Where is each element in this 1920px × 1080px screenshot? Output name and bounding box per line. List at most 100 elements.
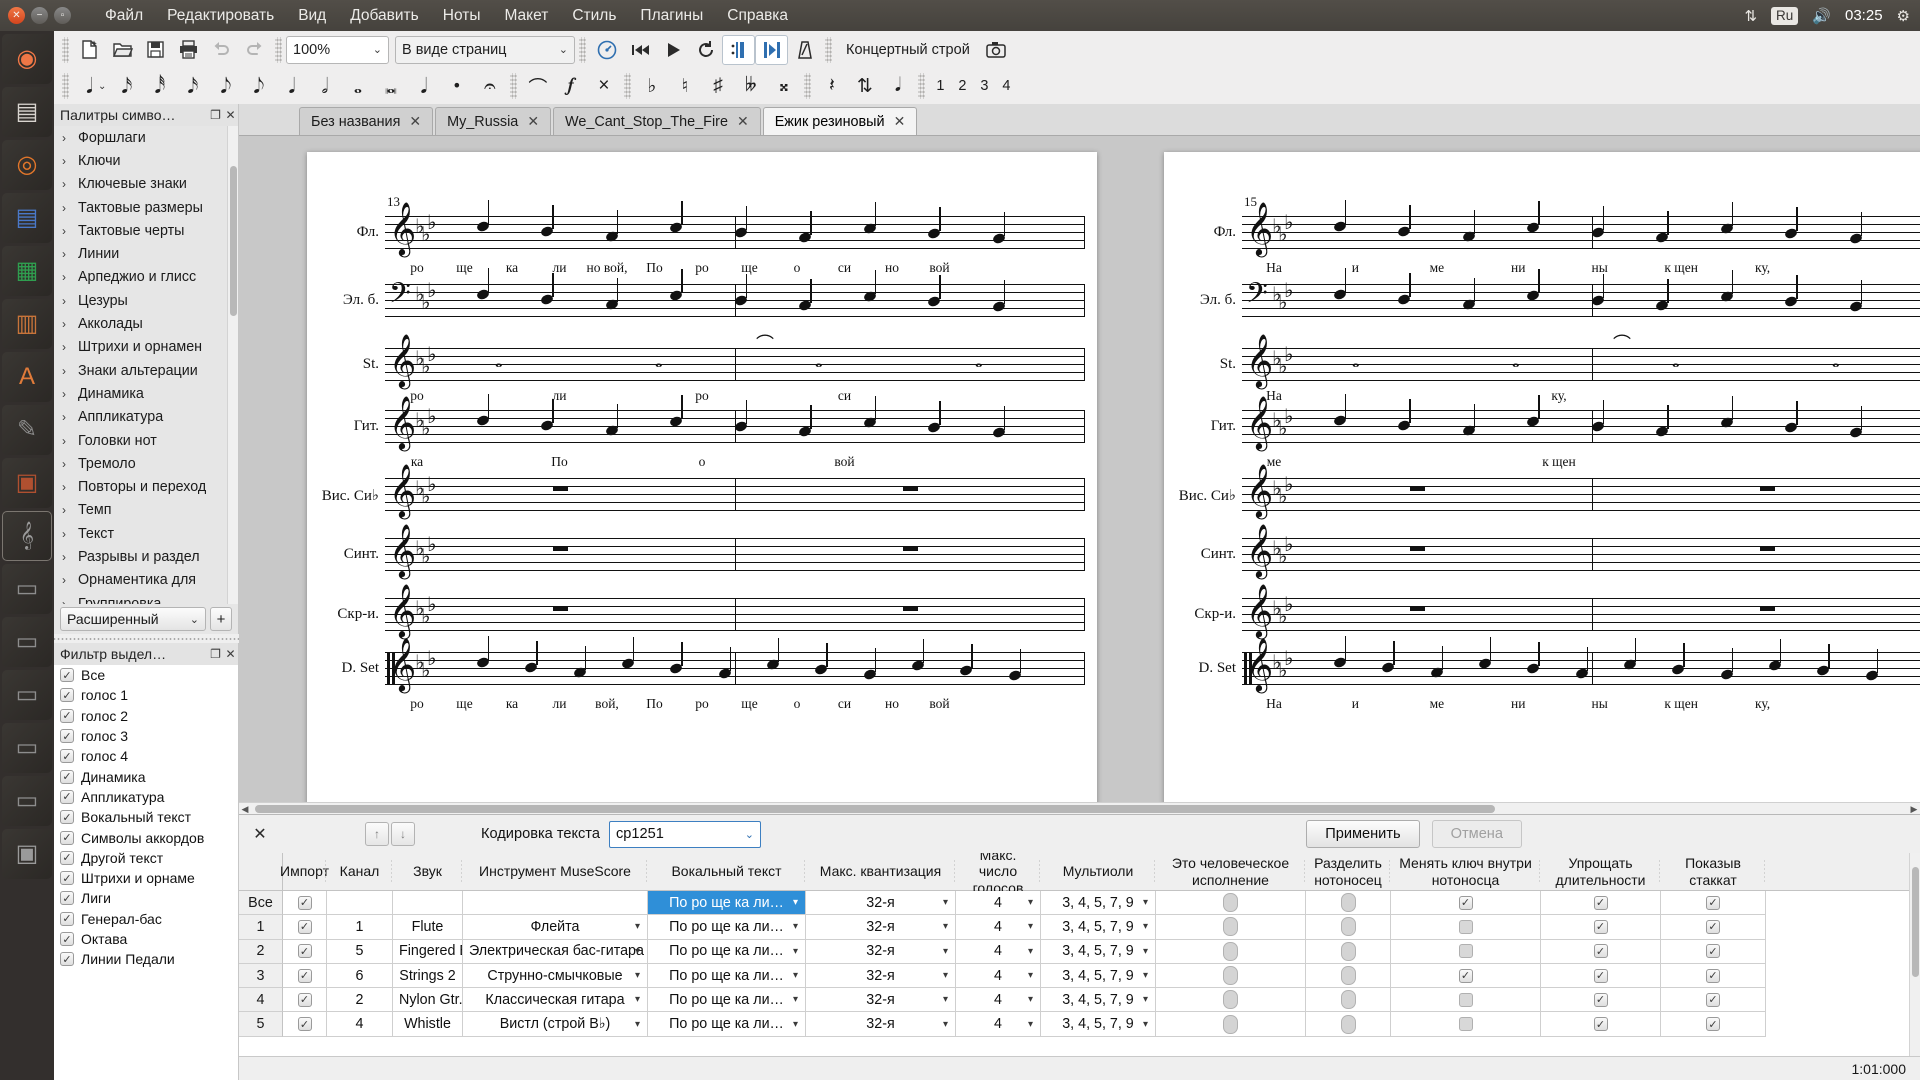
16th-note-icon[interactable]: 𝅘𝅥𝅯: [176, 71, 209, 101]
toggle-switch[interactable]: [1223, 966, 1238, 986]
palette-list[interactable]: › Форшлаги › Ключи › Ключевые знаки › Тактовые …: [54, 126, 227, 604]
column-resize-handle[interactable]: [1659, 859, 1660, 884]
simplify-durations-cell[interactable]: ✓: [1541, 963, 1661, 989]
staff-3[interactable]: 𝄞 ♭ ♭ ♭: [1242, 394, 1920, 445]
checkbox[interactable]: ✓: [1706, 968, 1720, 983]
toggle-switch[interactable]: [1340, 893, 1356, 913]
toggle-switch[interactable]: [1340, 990, 1356, 1010]
instrument-cell[interactable]: Вистл (строй B♭) ▾: [463, 1012, 648, 1037]
checkbox[interactable]: ✓: [1706, 944, 1720, 959]
toggle-switch[interactable]: [1223, 941, 1238, 961]
menu-стиль[interactable]: Стиль: [560, 4, 628, 28]
checkbox[interactable]: ✓: [1593, 1017, 1608, 1032]
checkbox[interactable]: ✓: [1593, 944, 1608, 959]
open-score-icon[interactable]: [106, 35, 139, 65]
column-header-0[interactable]: Импорт: [280, 853, 329, 890]
launcher-item-device2[interactable]: ▭: [2, 617, 52, 667]
checkbox[interactable]: ✓: [60, 769, 74, 784]
checkbox[interactable]: ✓: [1458, 895, 1473, 910]
import-cell[interactable]: ✓: [283, 915, 327, 940]
quantization-cell[interactable]: 32-я ▾: [806, 963, 956, 989]
quantization-cell[interactable]: 32-я ▾: [806, 939, 956, 964]
simplify-durations-cell[interactable]: ✓: [1541, 891, 1661, 916]
checkbox[interactable]: ✓: [1706, 895, 1720, 910]
palette-item-3[interactable]: › Тактовые размеры: [54, 196, 227, 219]
filter-item-6[interactable]: ✓ Аппликатура: [54, 787, 238, 807]
checkbox[interactable]: ✓: [1458, 919, 1473, 934]
lyrics-cell[interactable]: По ро ще ка ли… ▾: [648, 891, 806, 916]
human-performance-cell[interactable]: [1156, 915, 1306, 940]
checkbox[interactable]: ✓: [60, 789, 74, 804]
document-tab-2[interactable]: We_Cant_Stop_The_Fire ✕: [553, 107, 761, 135]
toolbar-grip[interactable]: [62, 36, 69, 63]
toggle-switch[interactable]: [1223, 990, 1238, 1010]
column-header-1[interactable]: Канал: [327, 853, 393, 890]
column-resize-handle[interactable]: [391, 859, 392, 884]
column-header-2[interactable]: Звук: [393, 853, 463, 890]
simplify-durations-cell[interactable]: ✓: [1541, 939, 1661, 964]
menu-файл[interactable]: Файл: [93, 4, 155, 28]
toolbar-grip-6[interactable]: [510, 73, 518, 99]
add-workspace-button[interactable]: +: [210, 607, 232, 631]
launcher-item-calc[interactable]: ▦: [2, 246, 52, 296]
undock-icon[interactable]: ❐: [208, 108, 223, 122]
split-staff-cell[interactable]: [1306, 939, 1391, 964]
score-page-left[interactable]: 13 Фл. 𝄞 ♭ ♭ ♭ Эл. б. 𝄢 ♭ ♭ ♭ St. 𝄞 ♭ ♭ ♭ 𝅝 𝅝 𝅝 𝅝 ⌒ Гит. 𝄞 ♭ ♭ ♭ В…: [307, 152, 1097, 802]
filter-item-9[interactable]: ✓ Другой текст: [54, 848, 238, 868]
max-voices-cell[interactable]: 4 ▾: [956, 915, 1041, 940]
menu-макет[interactable]: Макет: [492, 4, 560, 28]
checkbox[interactable]: ✓: [1458, 1017, 1473, 1032]
checkbox[interactable]: ✓: [1593, 895, 1608, 910]
close-icon[interactable]: ✕: [247, 824, 273, 844]
checkbox[interactable]: ✓: [1593, 919, 1608, 934]
show-staccato-cell[interactable]: ✓: [1661, 1012, 1766, 1037]
clef-changes-cell[interactable]: ✓: [1391, 939, 1541, 964]
sound-cell[interactable]: Fingered Bass: [393, 939, 463, 964]
column-header-4[interactable]: Вокальный текст: [648, 853, 806, 890]
lyrics-cell[interactable]: По ро ще ка ли… ▾: [648, 1012, 806, 1037]
column-header-12[interactable]: Показыв стаккат: [1661, 853, 1766, 890]
palette-item-14[interactable]: › Тремоло: [54, 452, 227, 475]
staff-1[interactable]: 𝄢 ♭ ♭ ♭: [1242, 268, 1920, 317]
instrument-cell[interactable]: Электрическая бас-гитара ▾: [463, 939, 648, 964]
filter-item-11[interactable]: ✓ Лиги: [54, 888, 238, 908]
quantization-cell[interactable]: 32-я ▾: [806, 1012, 956, 1037]
filter-item-13[interactable]: ✓ Октава: [54, 929, 238, 949]
staff-2[interactable]: 𝄞 ♭ ♭ ♭ 𝅝 𝅝 𝅝 𝅝 ⌒: [385, 336, 1085, 383]
checkbox[interactable]: ✓: [60, 830, 74, 845]
eighth-note-icon[interactable]: 𝅘𝅥𝅮: [209, 71, 242, 101]
tuplets-cell[interactable]: 3, 4, 5, 7, 9 ▾: [1041, 988, 1156, 1013]
score-page-right[interactable]: 15 Фл. 𝄞 ♭ ♭ ♭ Эл. б. 𝄢 ♭ ♭ ♭ St. 𝄞 ♭ ♭ ♭ 𝅝 𝅝 𝅝 𝅝 ⌒ Гит. 𝄞 ♭ ♭ ♭ В…: [1164, 152, 1920, 802]
clock[interactable]: 03:25: [1845, 7, 1883, 24]
channel-cell[interactable]: 4: [327, 1012, 393, 1037]
max-voices-cell[interactable]: 4 ▾: [956, 891, 1041, 916]
launcher-item-device1[interactable]: ▭: [2, 564, 52, 614]
column-resize-handle[interactable]: [1304, 859, 1305, 884]
staff-1[interactable]: 𝄢 ♭ ♭ ♭: [385, 268, 1085, 317]
dock-splitter[interactable]: [54, 634, 239, 643]
redo-icon[interactable]: [238, 35, 271, 65]
checkbox[interactable]: ✓: [1458, 944, 1473, 959]
rewind-icon[interactable]: [623, 35, 656, 65]
column-resize-handle[interactable]: [646, 859, 647, 884]
eighth-note-2-icon[interactable]: 𝅘𝅥𝅮: [242, 71, 275, 101]
toggle-switch[interactable]: [1340, 966, 1356, 986]
checkbox[interactable]: ✓: [297, 919, 312, 934]
close-icon[interactable]: ✕: [223, 647, 238, 661]
tie-icon[interactable]: ×: [587, 71, 620, 101]
menu-редактировать[interactable]: Редактировать: [155, 4, 286, 28]
voice-button-3[interactable]: 3: [973, 74, 995, 98]
palette-item-1[interactable]: › Ключи: [54, 149, 227, 172]
column-resize-handle[interactable]: [1764, 859, 1765, 884]
new-score-icon[interactable]: [73, 35, 106, 65]
lyrics-cell[interactable]: По ро ще ка ли… ▾: [648, 915, 806, 940]
undock-icon[interactable]: ❐: [208, 647, 223, 661]
quarter-note-icon[interactable]: 𝅘𝅥: [275, 71, 308, 101]
instrument-cell[interactable]: [463, 891, 648, 916]
staff-3[interactable]: 𝄞 ♭ ♭ ♭: [385, 394, 1085, 445]
checkbox[interactable]: ✓: [60, 749, 74, 764]
column-resize-handle[interactable]: [325, 859, 326, 884]
human-performance-cell[interactable]: [1156, 988, 1306, 1013]
sound-cell[interactable]: Flute: [393, 915, 463, 940]
save-icon[interactable]: [139, 35, 172, 65]
